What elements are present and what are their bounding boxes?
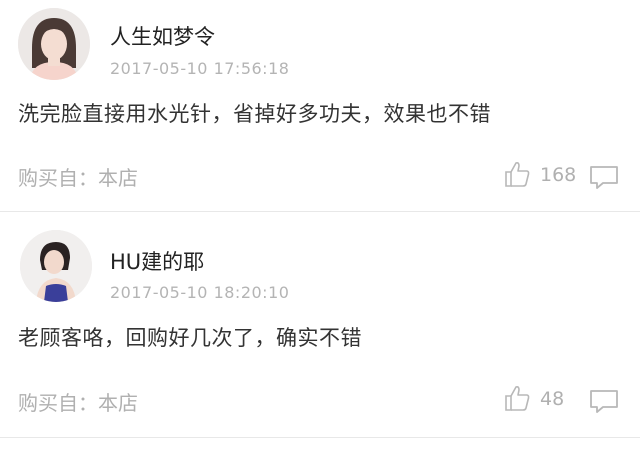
review-comment: 老顾客咯，回购好几次了，确实不错 [18,326,362,350]
avatar[interactable] [18,8,90,80]
like-count: 168 [540,164,577,186]
reply-button[interactable] [589,388,619,414]
review-timestamp: 2017-05-10 17:56:18 [110,59,290,78]
review-item: HU建的耶 2017-05-10 18:20:10 老顾客咯，回购好几次了，确实… [0,212,640,438]
comment-bubble-icon [590,390,618,413]
like-button[interactable] [503,160,531,188]
divider [0,437,640,438]
thumbs-up-icon [505,386,530,411]
review-item: 人生如梦令 2017-05-10 17:56:18 洗完脸直接用水光针，省掉好多… [0,0,640,212]
purchase-source: 购买自：本店 [18,391,138,415]
like-count: 48 [540,388,565,410]
review-timestamp: 2017-05-10 18:20:10 [110,283,290,302]
like-button[interactable] [503,384,531,412]
username[interactable]: 人生如梦令 [110,21,215,51]
username[interactable]: HU建的耶 [110,246,204,276]
user-avatar-icon [20,230,92,302]
user-avatar-icon [18,8,90,80]
comment-bubble-icon [590,166,618,189]
avatar[interactable] [20,230,92,302]
reply-button[interactable] [589,164,619,190]
thumbs-up-icon [505,162,530,187]
review-comment: 洗完脸直接用水光针，省掉好多功夫，效果也不错 [18,102,491,126]
purchase-source: 购买自：本店 [18,166,138,190]
